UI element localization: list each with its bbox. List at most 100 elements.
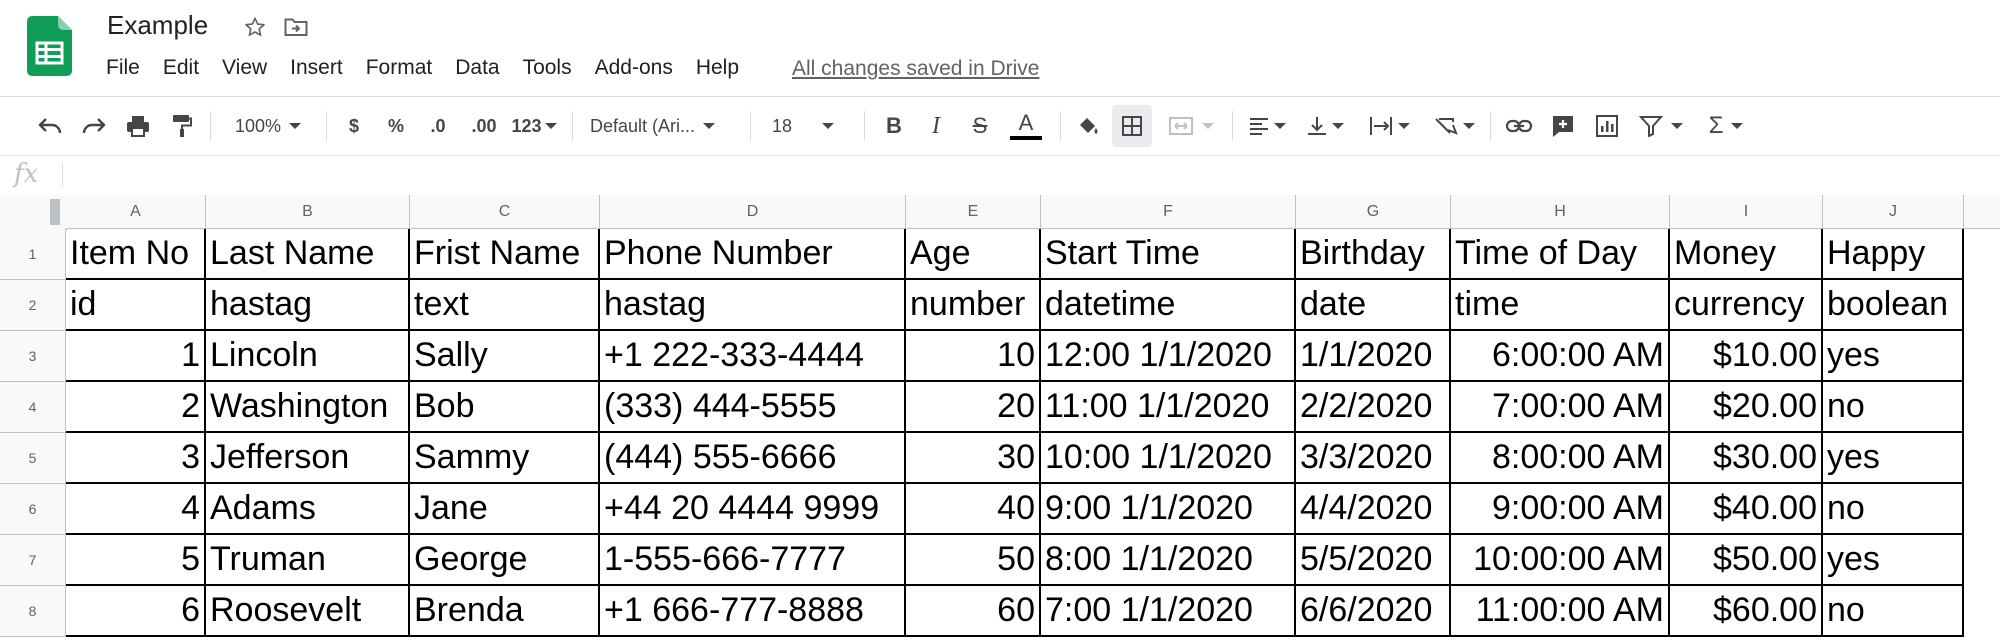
format-currency-button[interactable]: $ (340, 97, 368, 155)
cell[interactable]: $20.00 (1670, 382, 1823, 433)
cell[interactable]: 10:00:00 AM (1451, 535, 1670, 586)
cell[interactable]: 50 (906, 535, 1041, 586)
text-wrapping-icon[interactable] (1364, 97, 1414, 155)
cell[interactable]: +44 20 4444 9999 (600, 484, 906, 535)
strikethrough-button[interactable]: S (964, 97, 996, 155)
cell[interactable]: text (410, 280, 600, 331)
cell[interactable]: 6 (66, 586, 206, 637)
cell[interactable]: date (1296, 280, 1451, 331)
cell[interactable]: Age (906, 229, 1041, 280)
row-header[interactable]: 7 (0, 535, 66, 586)
insert-comment-icon[interactable] (1546, 97, 1580, 155)
text-color-button[interactable]: A (1008, 97, 1044, 155)
menu-data[interactable]: Data (455, 56, 499, 86)
text-rotation-icon[interactable] (1428, 97, 1480, 155)
italic-button[interactable]: I (920, 97, 952, 155)
cell[interactable]: 4/4/2020 (1296, 484, 1451, 535)
cell[interactable]: hastag (206, 280, 410, 331)
cell[interactable]: 3 (66, 433, 206, 484)
insert-link-icon[interactable] (1502, 97, 1536, 155)
cell[interactable]: Brenda (410, 586, 600, 637)
cell[interactable]: Start Time (1041, 229, 1296, 280)
cell[interactable]: Jefferson (206, 433, 410, 484)
cell[interactable]: 10 (906, 331, 1041, 382)
cell[interactable]: Lincoln (206, 331, 410, 382)
cell[interactable]: Washington (206, 382, 410, 433)
column-header[interactable]: J (1823, 195, 1964, 229)
cell[interactable]: 20 (906, 382, 1041, 433)
increase-decimal-button[interactable]: .00 (464, 97, 504, 155)
font-size-select[interactable]: 18 (772, 97, 852, 155)
menu-tools[interactable]: Tools (523, 56, 572, 86)
row-header[interactable]: 3 (0, 331, 66, 382)
cell[interactable]: Truman (206, 535, 410, 586)
document-title[interactable]: Example (107, 10, 208, 41)
freeze-handle[interactable] (50, 199, 60, 225)
cell[interactable]: 9:00:00 AM (1451, 484, 1670, 535)
column-header[interactable]: D (600, 195, 906, 229)
cell[interactable]: Adams (206, 484, 410, 535)
column-header[interactable]: I (1670, 195, 1823, 229)
cell[interactable]: 1-555-666-7777 (600, 535, 906, 586)
row-header[interactable]: 1 (0, 229, 66, 280)
row-header[interactable]: 8 (0, 586, 66, 637)
cell[interactable]: Bob (410, 382, 600, 433)
cell[interactable]: Happy (1823, 229, 1964, 280)
undo-icon[interactable] (34, 97, 66, 155)
more-formats-select[interactable]: 123 (508, 97, 560, 155)
column-header[interactable]: G (1296, 195, 1451, 229)
cell[interactable]: (444) 555-6666 (600, 433, 906, 484)
bold-button[interactable]: B (878, 97, 910, 155)
merge-cells-icon[interactable] (1164, 97, 1218, 155)
cell[interactable]: George (410, 535, 600, 586)
cell[interactable]: 40 (906, 484, 1041, 535)
formula-bar[interactable]: fx (0, 155, 2000, 196)
cell[interactable]: $50.00 (1670, 535, 1823, 586)
functions-button[interactable]: Σ (1700, 97, 1752, 155)
cell[interactable]: 6/6/2020 (1296, 586, 1451, 637)
cell[interactable]: Jane (410, 484, 600, 535)
cell[interactable]: 10:00 1/1/2020 (1041, 433, 1296, 484)
cell[interactable]: currency (1670, 280, 1823, 331)
sheets-logo-icon[interactable] (27, 16, 72, 76)
cell[interactable]: 30 (906, 433, 1041, 484)
cell[interactable]: no (1823, 382, 1964, 433)
cell[interactable]: $60.00 (1670, 586, 1823, 637)
cell[interactable]: $40.00 (1670, 484, 1823, 535)
cell[interactable]: hastag (600, 280, 906, 331)
filter-icon[interactable] (1634, 97, 1688, 155)
move-to-folder-icon[interactable] (284, 17, 308, 37)
horizontal-align-icon[interactable] (1244, 97, 1290, 155)
cell[interactable]: 1 (66, 331, 206, 382)
star-icon[interactable] (244, 16, 266, 38)
column-header[interactable]: A (66, 195, 206, 229)
cell[interactable]: +1 666-777-8888 (600, 586, 906, 637)
cell[interactable]: 4 (66, 484, 206, 535)
cell[interactable]: 7:00 1/1/2020 (1041, 586, 1296, 637)
cell[interactable]: 2 (66, 382, 206, 433)
cell[interactable]: 3/3/2020 (1296, 433, 1451, 484)
cell[interactable]: Roosevelt (206, 586, 410, 637)
cell[interactable]: Money (1670, 229, 1823, 280)
cell[interactable]: Item No (66, 229, 206, 280)
cell[interactable]: Phone Number (600, 229, 906, 280)
cell[interactable]: 5/5/2020 (1296, 535, 1451, 586)
cell[interactable]: time (1451, 280, 1670, 331)
column-header[interactable]: B (206, 195, 410, 229)
column-header[interactable]: C (410, 195, 600, 229)
menu-help[interactable]: Help (696, 56, 739, 86)
cell[interactable]: id (66, 280, 206, 331)
redo-icon[interactable] (78, 97, 110, 155)
cell[interactable]: Sally (410, 331, 600, 382)
cell[interactable]: (333) 444-5555 (600, 382, 906, 433)
cell[interactable]: 1/1/2020 (1296, 331, 1451, 382)
format-percent-button[interactable]: % (382, 97, 410, 155)
cell[interactable]: 12:00 1/1/2020 (1041, 331, 1296, 382)
menu-insert[interactable]: Insert (290, 56, 343, 86)
cell[interactable]: Sammy (410, 433, 600, 484)
cell[interactable]: $30.00 (1670, 433, 1823, 484)
cell[interactable]: boolean (1823, 280, 1964, 331)
cell[interactable]: 9:00 1/1/2020 (1041, 484, 1296, 535)
cell[interactable]: 11:00 1/1/2020 (1041, 382, 1296, 433)
cell[interactable]: 2/2/2020 (1296, 382, 1451, 433)
